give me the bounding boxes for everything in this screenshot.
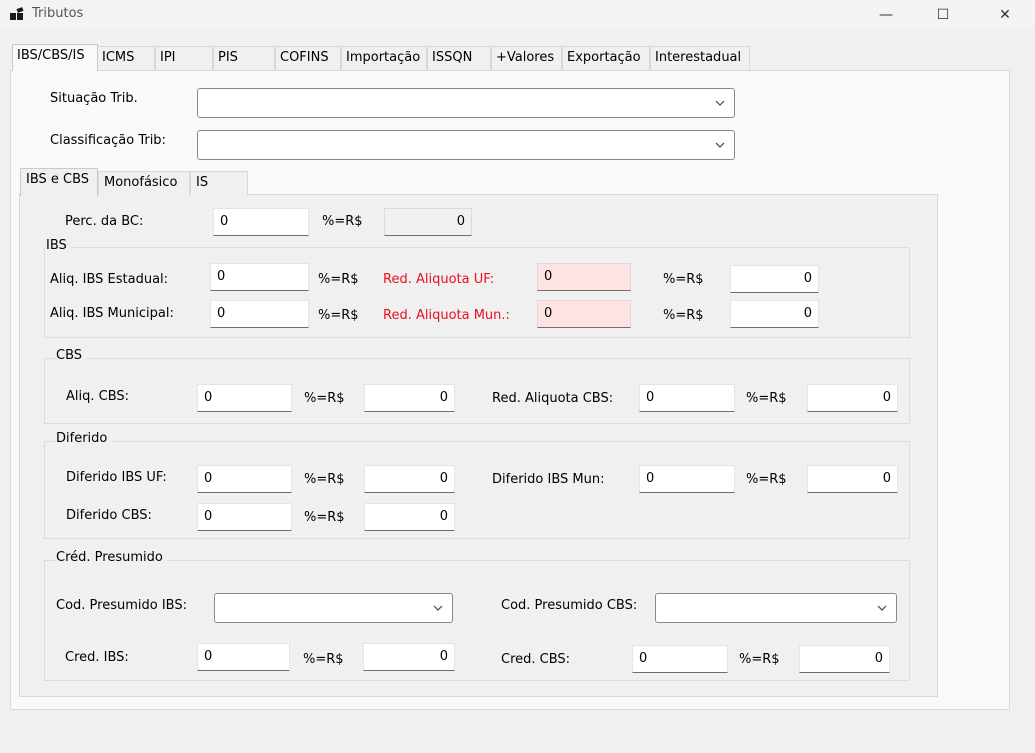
red-aliquota-uf-result[interactable]: 0 [730, 265, 819, 293]
red-aliquota-cbs-label: Red. Aliquota CBS: [492, 391, 614, 406]
red-aliquota-uf-label: Red. Aliquota UF: [383, 272, 495, 287]
diferido-ibs-mun-label: Diferido IBS Mun: [492, 472, 605, 487]
red-aliquota-uf-input[interactable]: 0 [537, 263, 631, 291]
diferido-ibs-mun-unit: %=R$ [746, 472, 787, 487]
red-aliquota-cbs-input[interactable]: 0 [639, 384, 735, 412]
perc-bc-label: Perc. da BC: [65, 214, 144, 229]
close-button[interactable]: ✕ [982, 0, 1028, 30]
ibs-group-title: IBS [46, 238, 71, 253]
diferido-cbs-unit: %=R$ [304, 510, 345, 525]
diferido-group-title: Diferido [56, 431, 112, 446]
app-icon [10, 7, 26, 20]
tab-ibs-cbs-is[interactable]: IBS/CBS/IS [12, 44, 98, 71]
cred-ibs-result[interactable]: 0 [363, 643, 455, 671]
aliq-ibs-estadual-unit: %=R$ [318, 272, 359, 287]
subtab-monofasico[interactable]: Monofásico [98, 171, 190, 195]
cod-presumido-ibs-label: Cod. Presumido IBS: [56, 598, 187, 613]
diferido-ibs-uf-input[interactable]: 0 [197, 465, 292, 493]
situacao-trib-select[interactable] [197, 88, 735, 118]
diferido-cbs-label: Diferido CBS: [66, 508, 152, 523]
tab-importacao[interactable]: Importação [341, 46, 427, 70]
diferido-group [44, 441, 910, 539]
cred-cbs-unit: %=R$ [739, 652, 780, 667]
chevron-down-icon [433, 605, 443, 611]
red-aliquota-mun-unit: %=R$ [663, 308, 704, 323]
cred-presumido-group-title: Créd. Presumido [56, 550, 167, 565]
diferido-cbs-input[interactable]: 0 [197, 503, 292, 531]
cred-ibs-input[interactable]: 0 [197, 643, 290, 671]
cred-ibs-unit: %=R$ [303, 652, 344, 667]
aliq-ibs-estadual-label: Aliq. IBS Estadual: [50, 272, 169, 287]
diferido-ibs-uf-result[interactable]: 0 [364, 465, 455, 493]
tab-interestadual[interactable]: Interestadual [650, 46, 750, 70]
diferido-ibs-uf-unit: %=R$ [304, 472, 345, 487]
chevron-down-icon [715, 142, 725, 148]
tab-mais-valores[interactable]: +Valores [491, 46, 562, 70]
tab-issqn[interactable]: ISSQN [427, 46, 491, 70]
maximize-button[interactable]: ☐ [920, 0, 966, 30]
chevron-down-icon [715, 100, 725, 106]
red-aliquota-mun-label: Red. Aliquota Mun.: [383, 308, 510, 323]
red-aliquota-mun-input[interactable]: 0 [537, 300, 631, 328]
diferido-ibs-mun-input[interactable]: 0 [639, 465, 735, 493]
cod-presumido-ibs-select[interactable] [214, 593, 453, 623]
aliq-cbs-input[interactable]: 0 [197, 384, 292, 412]
aliq-ibs-municipal-label: Aliq. IBS Municipal: [50, 306, 174, 321]
aliq-ibs-municipal-unit: %=R$ [318, 308, 359, 323]
window-title: Tributos [32, 6, 84, 21]
tab-cofins[interactable]: COFINS [275, 46, 341, 70]
aliq-cbs-label: Aliq. CBS: [66, 389, 130, 404]
red-aliquota-uf-unit: %=R$ [663, 272, 704, 287]
tab-ipi[interactable]: IPI [155, 46, 213, 70]
cred-ibs-label: Cred. IBS: [65, 650, 129, 665]
diferido-ibs-mun-result[interactable]: 0 [807, 465, 898, 493]
tab-exportacao[interactable]: Exportação [562, 46, 650, 70]
red-aliquota-cbs-unit: %=R$ [746, 391, 787, 406]
subtab-ibs-e-cbs[interactable]: IBS e CBS [20, 168, 98, 196]
situacao-trib-label: Situação Trib. [50, 91, 138, 106]
cred-cbs-result[interactable]: 0 [799, 645, 890, 673]
classificacao-trib-label: Classificação Trib: [50, 133, 166, 148]
aliq-ibs-estadual-input[interactable]: 0 [210, 263, 309, 291]
classificacao-trib-select[interactable] [197, 130, 735, 160]
aliq-ibs-municipal-input[interactable]: 0 [210, 300, 309, 328]
diferido-ibs-uf-label: Diferido IBS UF: [66, 470, 167, 485]
tab-pis[interactable]: PIS [213, 46, 275, 70]
cred-cbs-input[interactable]: 0 [632, 645, 728, 673]
chevron-down-icon [877, 605, 887, 611]
minimize-button[interactable]: — [863, 0, 909, 30]
diferido-cbs-result[interactable]: 0 [364, 503, 455, 531]
red-aliquota-mun-result[interactable]: 0 [730, 300, 819, 328]
perc-bc-input[interactable]: 0 [213, 208, 309, 236]
cod-presumido-cbs-label: Cod. Presumido CBS: [501, 598, 638, 613]
subtab-is[interactable]: IS [190, 171, 248, 195]
cred-cbs-label: Cred. CBS: [501, 652, 571, 667]
red-aliquota-cbs-result[interactable]: 0 [807, 384, 898, 412]
perc-bc-result: 0 [384, 208, 472, 236]
aliq-cbs-unit: %=R$ [304, 391, 345, 406]
tab-icms[interactable]: ICMS [97, 46, 155, 70]
cbs-group-title: CBS [56, 348, 87, 363]
cod-presumido-cbs-select[interactable] [655, 593, 897, 623]
perc-bc-unit: %=R$ [322, 214, 363, 229]
aliq-cbs-result[interactable]: 0 [364, 384, 455, 412]
